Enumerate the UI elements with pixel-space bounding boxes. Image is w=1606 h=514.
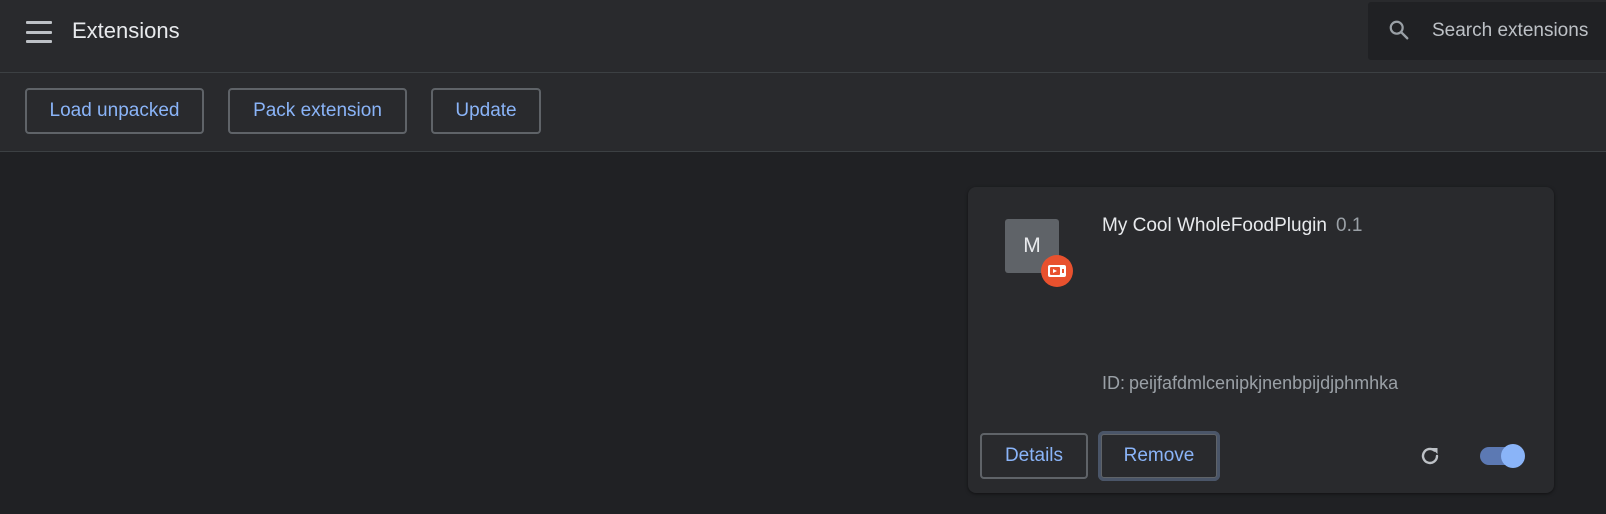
hamburger-menu-icon[interactable] [26, 21, 52, 43]
reload-icon[interactable] [1418, 444, 1442, 468]
remove-button[interactable]: Remove [1098, 431, 1220, 481]
extension-id-row: ID: peijfafdmlcenipkjnenbpijdjphmhka [1102, 373, 1398, 394]
update-button[interactable]: Update [431, 88, 541, 134]
page-title: Extensions [72, 18, 180, 43]
extension-name: My Cool WholeFoodPlugin [1102, 215, 1327, 236]
unpacked-extension-badge-icon [1041, 255, 1073, 287]
extension-id-label: ID: [1102, 373, 1126, 393]
extension-version: 0.1 [1336, 215, 1363, 236]
search-icon [1389, 20, 1409, 40]
search-input[interactable] [1432, 14, 1606, 48]
extension-id: peijfafdmlcenipkjnenbpijdjphmhka [1129, 373, 1399, 393]
extension-icon-letter: M [1023, 234, 1041, 257]
search-box[interactable] [1368, 2, 1606, 60]
source-indicator-icon [1048, 265, 1066, 277]
load-unpacked-button[interactable]: Load unpacked [25, 88, 204, 134]
developer-toolbar: Load unpacked Pack extension Update [0, 73, 1606, 152]
enable-toggle[interactable] [1478, 444, 1526, 468]
extension-card: M My Cool WholeFoodPlugin 0.1 ID: peijfaf… [968, 187, 1554, 493]
details-button[interactable]: Details [980, 433, 1088, 479]
top-bar: Extensions [0, 0, 1606, 73]
toggle-thumb [1501, 444, 1525, 468]
pack-extension-button[interactable]: Pack extension [228, 88, 407, 134]
